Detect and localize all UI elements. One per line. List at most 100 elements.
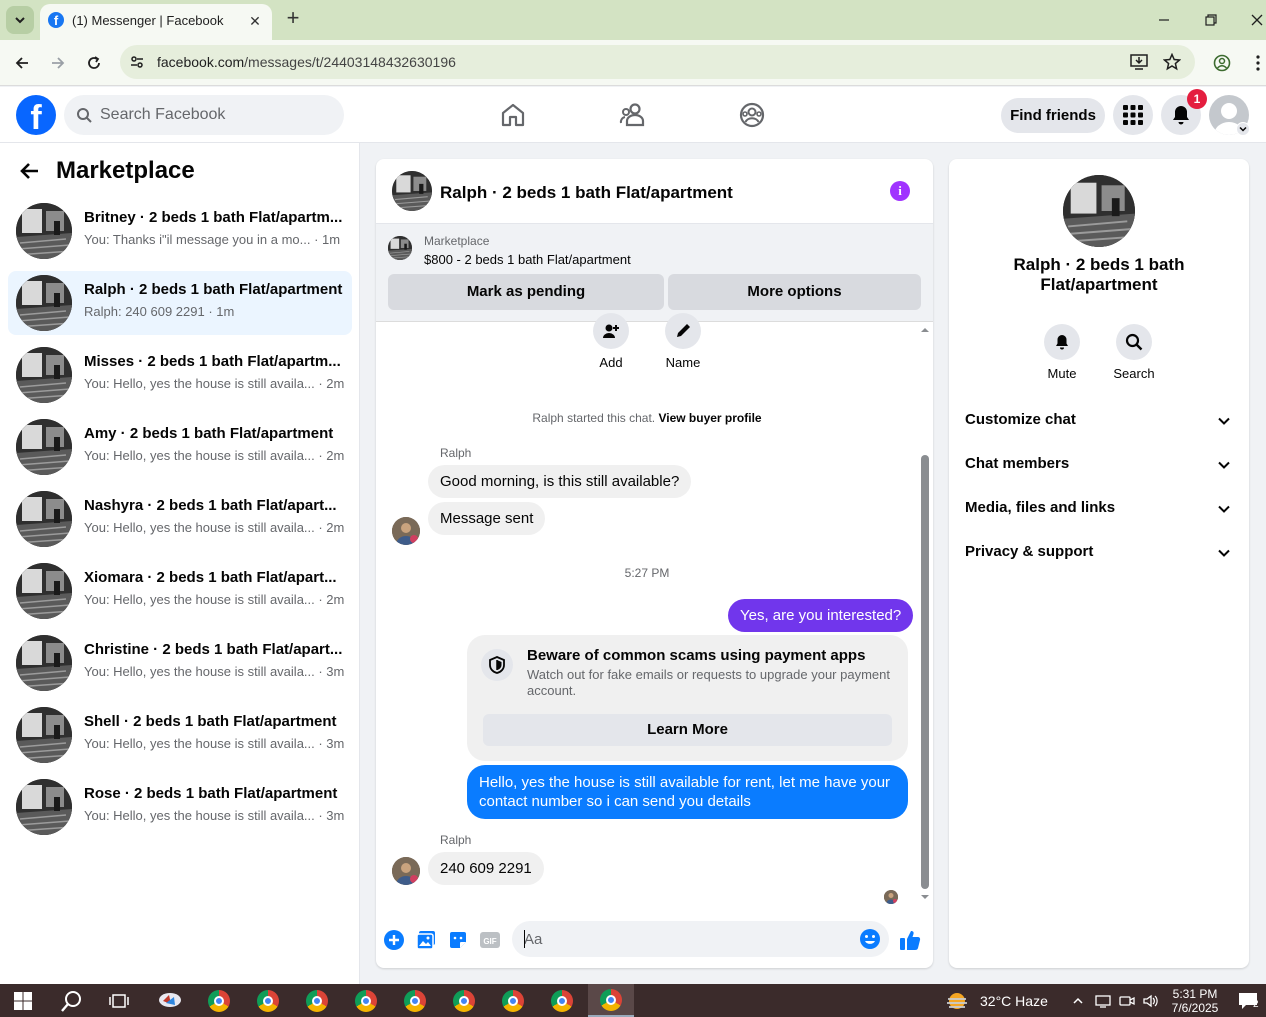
scroll-up-icon[interactable] bbox=[918, 325, 932, 335]
home-icon[interactable] bbox=[499, 101, 527, 129]
back-arrow-icon[interactable] bbox=[20, 161, 44, 185]
scroll-down-icon[interactable] bbox=[918, 892, 932, 902]
groups-icon[interactable] bbox=[738, 101, 766, 129]
taskbar-clock[interactable]: 5:31 PM 7/6/2025 bbox=[1160, 987, 1230, 1015]
search-in-chat-button[interactable]: Search bbox=[1104, 324, 1164, 381]
conversation-item[interactable]: Rose · 2 beds 1 bath Flat/apartment You: … bbox=[8, 775, 352, 839]
close-window-icon[interactable] bbox=[1245, 8, 1266, 32]
task-view-icon[interactable] bbox=[96, 984, 142, 1017]
more-options-button[interactable]: More options bbox=[668, 274, 921, 310]
chat-scrollbar[interactable] bbox=[918, 325, 932, 902]
chrome-profile-icon[interactable] bbox=[196, 984, 242, 1017]
bookmark-star-icon[interactable] bbox=[1163, 53, 1181, 71]
conversation-item[interactable]: Nashyra · 2 beds 1 bath Flat/apart... You… bbox=[8, 487, 352, 551]
info-icon[interactable]: i bbox=[890, 181, 910, 201]
scroll-thumb[interactable] bbox=[921, 455, 929, 889]
browser-tab[interactable]: f (1) Messenger | Facebook ✕ bbox=[40, 4, 272, 40]
reload-icon[interactable] bbox=[82, 51, 106, 75]
chrome-profile-icon[interactable] bbox=[441, 984, 487, 1017]
info-avatar[interactable] bbox=[1063, 175, 1135, 247]
menu-grid-icon[interactable] bbox=[1113, 95, 1153, 135]
show-hidden-icons-icon[interactable] bbox=[1066, 984, 1090, 1017]
forward-icon[interactable] bbox=[46, 51, 70, 75]
profile-icon[interactable] bbox=[1210, 51, 1234, 75]
back-icon[interactable] bbox=[10, 51, 34, 75]
mute-button[interactable]: Mute bbox=[1032, 324, 1092, 381]
chrome-profile-icon[interactable] bbox=[539, 984, 585, 1017]
started-text: Ralph started this chat. bbox=[532, 411, 659, 425]
conversation-name: Shell · 2 beds 1 bath Flat/apartment bbox=[84, 713, 337, 730]
chrome-profile-icon[interactable] bbox=[343, 984, 389, 1017]
chevron-down-icon bbox=[1218, 549, 1230, 557]
message-input[interactable] bbox=[524, 921, 844, 957]
outgoing-message[interactable]: Yes, are you interested? bbox=[728, 599, 914, 632]
taskbar-search-icon[interactable] bbox=[49, 984, 95, 1017]
browser-titlebar: f (1) Messenger | Facebook ✕ + bbox=[0, 0, 1266, 40]
install-app-icon[interactable] bbox=[1130, 53, 1148, 71]
minimize-icon[interactable] bbox=[1152, 8, 1176, 32]
facebook-logo-icon[interactable]: f bbox=[16, 95, 56, 135]
address-bar[interactable]: facebook.com/messages/t/2440314843263019… bbox=[120, 45, 1195, 79]
chrome-active-icon[interactable] bbox=[588, 984, 634, 1017]
new-tab-icon[interactable]: + bbox=[282, 7, 304, 30]
add-people-button[interactable]: Add bbox=[591, 313, 631, 370]
customize-chat-section[interactable]: Customize chat bbox=[965, 403, 1233, 439]
photo-icon[interactable] bbox=[415, 929, 437, 951]
incoming-message[interactable]: 240 609 2291 bbox=[428, 852, 544, 885]
meet-now-icon[interactable] bbox=[1116, 984, 1138, 1017]
gif-icon[interactable]: GIF bbox=[479, 929, 501, 951]
restore-icon[interactable] bbox=[1199, 8, 1223, 32]
sender-avatar[interactable] bbox=[392, 517, 420, 545]
account-chevron-icon[interactable] bbox=[1236, 122, 1250, 136]
sender-avatar[interactable] bbox=[392, 857, 420, 885]
incoming-message[interactable]: Good morning, is this still available? bbox=[428, 465, 692, 498]
emoji-icon[interactable] bbox=[859, 928, 881, 950]
name-chat-button[interactable]: Name bbox=[663, 313, 703, 370]
chrome-profile-icon[interactable] bbox=[294, 984, 340, 1017]
volume-icon[interactable] bbox=[1140, 984, 1162, 1017]
view-buyer-profile-link[interactable]: View buyer profile bbox=[658, 411, 761, 425]
conversation-item[interactable]: Shell · 2 beds 1 bath Flat/apartment You:… bbox=[8, 703, 352, 767]
chat-title[interactable]: Ralph · 2 beds 1 bath Flat/apartment bbox=[440, 183, 733, 203]
conversation-item[interactable]: Christine · 2 beds 1 bath Flat/apart... Y… bbox=[8, 631, 352, 695]
facebook-search[interactable] bbox=[64, 95, 344, 135]
tab-search-button[interactable] bbox=[6, 6, 34, 34]
learn-more-button[interactable]: Learn More bbox=[483, 714, 892, 746]
find-friends-button[interactable]: Find friends bbox=[1001, 98, 1105, 133]
search-input[interactable] bbox=[100, 95, 330, 135]
message-input-wrapper[interactable] bbox=[512, 921, 889, 957]
listing-title[interactable]: $800 - 2 beds 1 bath Flat/apartment bbox=[424, 252, 631, 267]
listing-thumbnail[interactable] bbox=[388, 236, 412, 260]
like-thumb-icon[interactable] bbox=[899, 929, 921, 951]
chat-members-section[interactable]: Chat members bbox=[965, 447, 1233, 483]
sender-name: Ralph bbox=[440, 446, 472, 460]
privacy-support-section[interactable]: Privacy & support bbox=[965, 535, 1233, 571]
media-files-links-section[interactable]: Media, files and links bbox=[965, 491, 1233, 527]
scam-warning-card: Beware of common scams using payment app… bbox=[467, 635, 908, 761]
incoming-message[interactable]: Message sent bbox=[428, 502, 546, 535]
network-icon[interactable] bbox=[1092, 984, 1114, 1017]
friends-icon[interactable] bbox=[619, 101, 647, 129]
conversation-item[interactable]: Misses · 2 beds 1 bath Flat/apartm... You… bbox=[8, 343, 352, 407]
chrome-profile-icon[interactable] bbox=[490, 984, 536, 1017]
conversation-item[interactable]: Xiomara · 2 beds 1 bath Flat/apart... You… bbox=[8, 559, 352, 623]
browser-menu-icon[interactable] bbox=[1246, 51, 1266, 75]
weather-icon[interactable] bbox=[937, 984, 977, 1017]
conversation-item[interactable]: Amy · 2 beds 1 bath Flat/apartment You: H… bbox=[8, 415, 352, 479]
chrome-profile-icon[interactable] bbox=[245, 984, 291, 1017]
chrome-profile-icon[interactable] bbox=[392, 984, 438, 1017]
conversation-item[interactable]: Ralph · 2 beds 1 bath Flat/apartment Ralp… bbox=[8, 271, 352, 335]
outgoing-message[interactable]: Hello, yes the house is still available … bbox=[467, 765, 908, 819]
chevron-down-icon bbox=[1218, 505, 1230, 513]
close-tab-icon[interactable]: ✕ bbox=[246, 12, 264, 30]
sticker-icon[interactable] bbox=[447, 929, 469, 951]
chat-listing-avatar[interactable] bbox=[392, 171, 432, 211]
mark-pending-button[interactable]: Mark as pending bbox=[388, 274, 664, 310]
windows-start-icon[interactable] bbox=[0, 984, 46, 1017]
weather-text[interactable]: 32°C Haze bbox=[980, 993, 1048, 1009]
pinned-app-icon[interactable] bbox=[147, 984, 193, 1017]
plus-circle-icon[interactable] bbox=[383, 929, 405, 951]
conversation-name: Britney · 2 beds 1 bath Flat/apartm... bbox=[84, 209, 343, 226]
site-settings-icon[interactable] bbox=[128, 53, 146, 71]
conversation-item[interactable]: Britney · 2 beds 1 bath Flat/apartm... Yo… bbox=[8, 199, 352, 263]
